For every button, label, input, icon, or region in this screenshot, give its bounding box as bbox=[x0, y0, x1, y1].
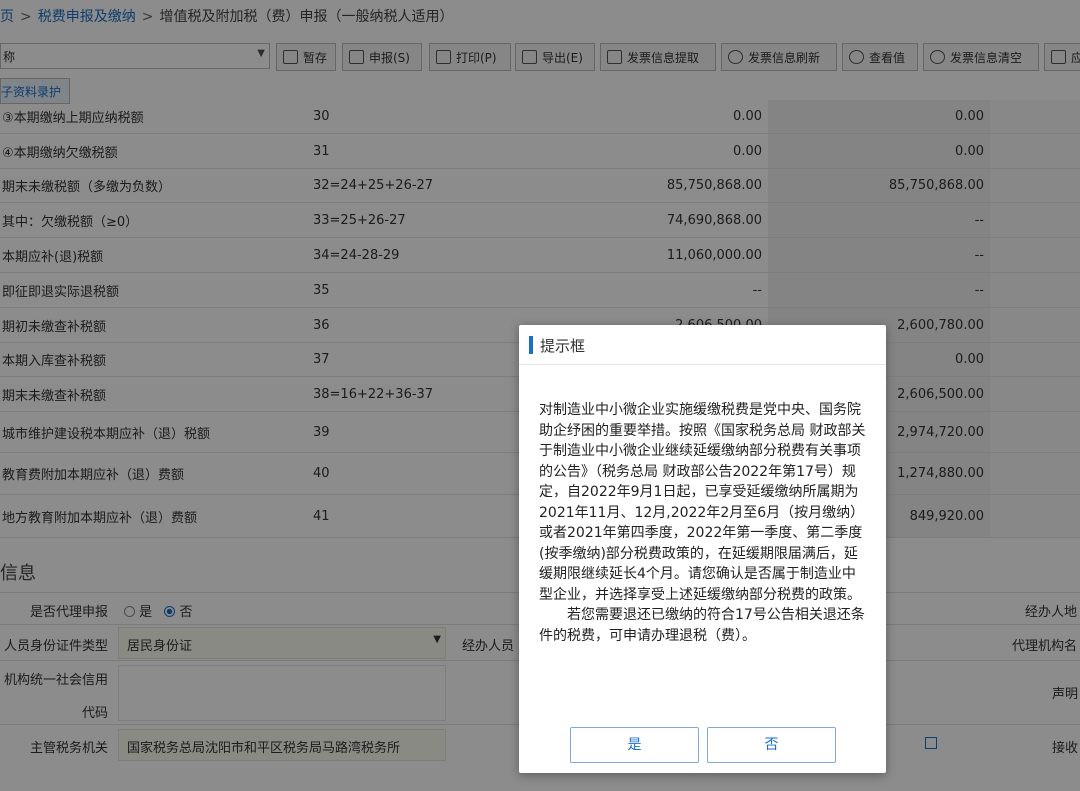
dialog-paragraph: 对制造业中小微企业实施缓缴税费是党中央、国务院助企纾困的重要举措。按照《国家税务… bbox=[539, 402, 866, 603]
dialog-paragraph: 若您需要退还已缴纳的符合17号公告相关退还条件的税费，可申请办理退税（费）。 bbox=[539, 607, 865, 644]
dialog-header: 提示框 bbox=[519, 325, 886, 365]
dialog-title: 提示框 bbox=[540, 337, 586, 355]
yes-button[interactable]: 是 bbox=[570, 727, 699, 763]
no-button[interactable]: 否 bbox=[707, 727, 836, 763]
dialog-body: 对制造业中小微企业实施缓缴税费是党中央、国务院助企纾困的重要举措。按照《国家税务… bbox=[539, 400, 869, 646]
dialog-title-accent bbox=[529, 336, 533, 354]
notice-dialog: 提示框 对制造业中小微企业实施缓缴税费是党中央、国务院助企纾困的重要举措。按照《… bbox=[519, 325, 886, 773]
